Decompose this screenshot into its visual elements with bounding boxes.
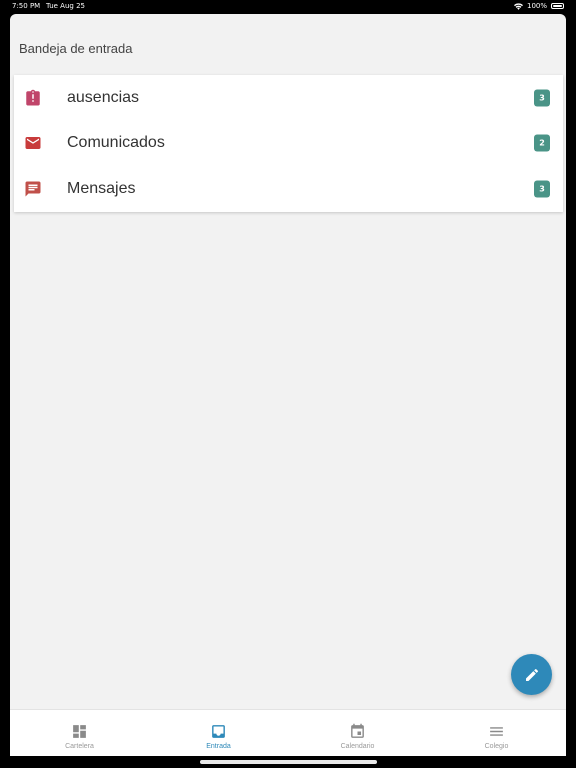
clipboard-alert-icon [24, 89, 42, 107]
status-bar: 7:50 PM Tue Aug 25 100% [0, 0, 576, 14]
inbox-item-label: Mensajes [67, 179, 136, 197]
tab-label: Calendario [340, 743, 375, 750]
battery-icon [551, 3, 564, 9]
tab-calendario[interactable]: Calendario [288, 710, 427, 756]
status-indicators: 100% [513, 2, 564, 10]
page-title: Bandeja de entrada [19, 41, 133, 56]
inbox-item-ausencias[interactable]: ausencias 3 [14, 75, 563, 121]
battery-percent: 100% [526, 2, 547, 10]
status-time: 7:50 PM [12, 2, 41, 10]
calendar-icon [349, 722, 367, 740]
count-badge: 3 [534, 89, 550, 107]
tab-bar: Cartelera Entrada Calendario Colegio [10, 709, 566, 756]
inbox-item-mensajes[interactable]: Mensajes 3 [14, 166, 563, 212]
message-icon [24, 180, 42, 198]
tab-label: Entrada [206, 743, 231, 750]
inbox-item-label: Comunicados [67, 134, 165, 152]
pencil-icon [525, 668, 538, 681]
compose-button[interactable] [511, 654, 552, 695]
tab-label: Colegio [484, 743, 509, 750]
inbox-item-label: ausencias [67, 88, 140, 106]
count-badge: 2 [534, 134, 550, 152]
count-badge: 3 [534, 180, 550, 198]
status-date: Tue Aug 25 [46, 2, 85, 10]
tab-cartelera[interactable]: Cartelera [10, 710, 149, 756]
inbox-icon [210, 722, 228, 740]
menu-icon [488, 722, 506, 740]
inbox-list: ausencias 3 Comunicados 2 Mensajes 3 [14, 75, 563, 212]
tab-label: Cartelera [65, 743, 94, 750]
home-indicator [200, 760, 377, 764]
tab-entrada[interactable]: Entrada [149, 710, 288, 756]
inbox-item-comunicados[interactable]: Comunicados 2 [14, 121, 563, 167]
envelope-icon [24, 134, 42, 152]
app-window: Bandeja de entrada ausencias 3 Comunicad… [10, 14, 566, 756]
wifi-icon [513, 2, 523, 10]
tab-colegio[interactable]: Colegio [427, 710, 566, 756]
dashboard-icon [71, 722, 89, 740]
